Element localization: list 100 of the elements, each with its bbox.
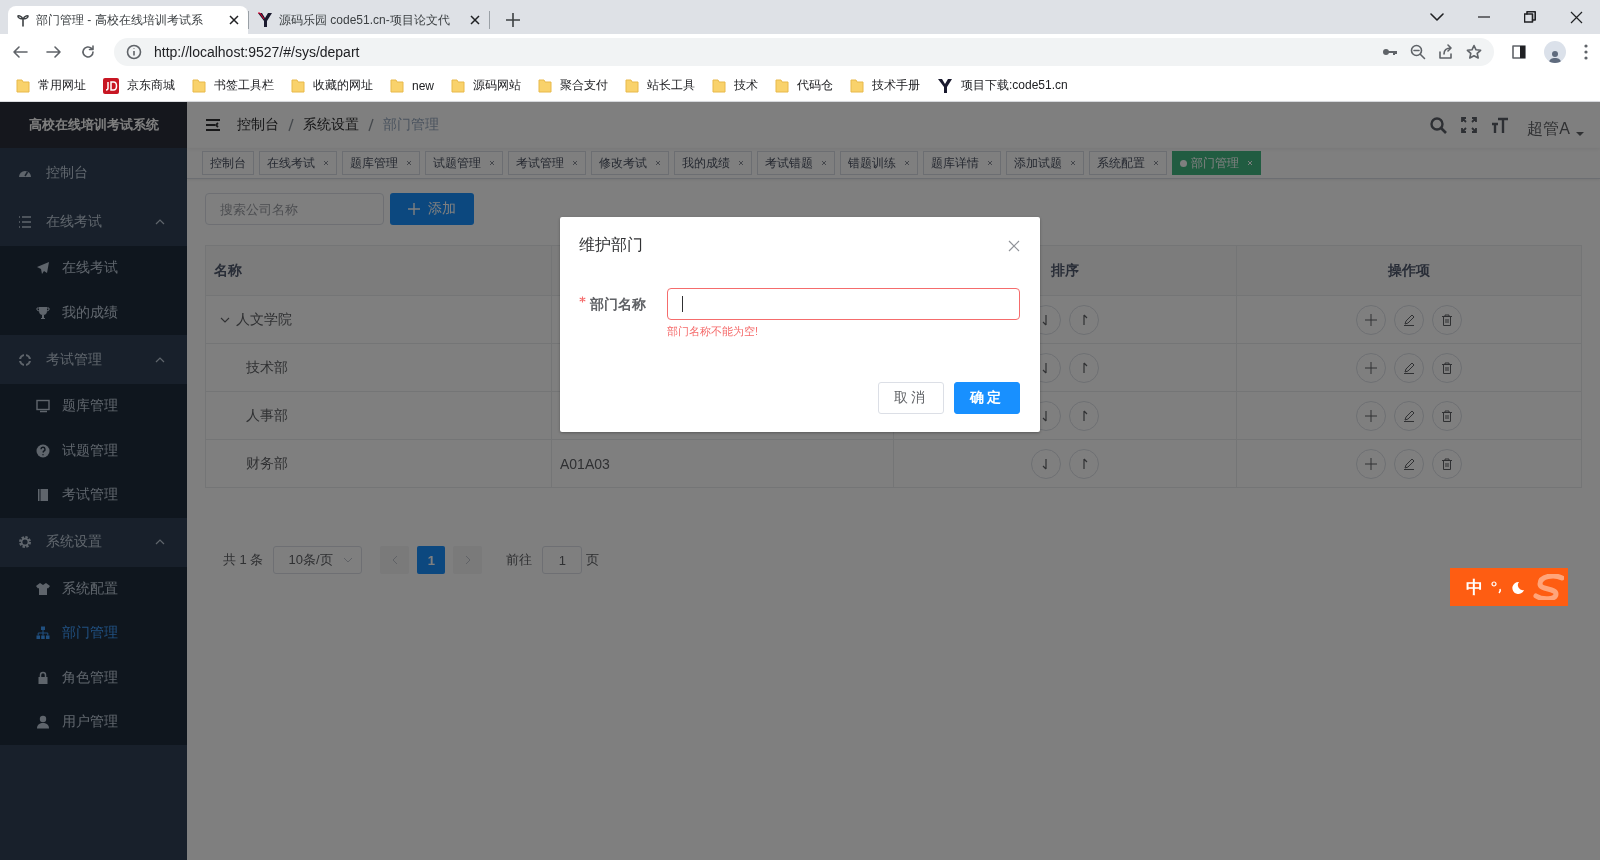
text-size-icon[interactable] bbox=[1491, 117, 1510, 133]
delete-icon bbox=[1441, 457, 1453, 470]
input-mode-label[interactable]: 中 bbox=[1466, 575, 1483, 599]
fullscreen-icon[interactable] bbox=[1461, 117, 1478, 133]
add-child-button[interactable] bbox=[1356, 304, 1386, 335]
menu-item[interactable]: 在线考试 bbox=[0, 246, 187, 291]
menu-item[interactable]: 我的成绩 bbox=[0, 290, 187, 335]
edit-icon bbox=[1403, 361, 1415, 374]
bookmark[interactable]: 源码网站 bbox=[451, 77, 521, 94]
zoom-out-icon[interactable] bbox=[1410, 44, 1426, 60]
cancel-button[interactable]: 取消 bbox=[878, 382, 944, 414]
menu-item[interactable]: 角色管理 bbox=[0, 655, 187, 700]
delete-button[interactable] bbox=[1432, 448, 1462, 479]
chevron-down-icon[interactable] bbox=[1430, 11, 1444, 23]
page-button[interactable]: 1 bbox=[417, 546, 446, 574]
menu-group[interactable]: 考试管理 bbox=[0, 335, 187, 384]
menu-group[interactable]: 在线考试 bbox=[0, 197, 187, 246]
new-tab-icon[interactable] bbox=[506, 13, 520, 27]
menu-item[interactable]: 题库管理 bbox=[0, 384, 187, 429]
page-tag[interactable]: 考试管理 bbox=[508, 151, 586, 175]
bookmark[interactable]: 技术手册 bbox=[850, 77, 920, 94]
close-icon[interactable] bbox=[1570, 10, 1583, 24]
menu-item[interactable]: 试题管理 bbox=[0, 428, 187, 473]
input-field[interactable] bbox=[667, 288, 1020, 320]
menu-item[interactable]: 控制台 bbox=[0, 148, 187, 197]
move-up-button[interactable] bbox=[1069, 400, 1099, 431]
page-jump-field[interactable]: 1 bbox=[542, 546, 583, 574]
bookmark[interactable]: 收藏的网址 bbox=[291, 77, 373, 94]
bookmark[interactable]: 代码仓 bbox=[775, 77, 833, 94]
edit-button[interactable] bbox=[1394, 400, 1424, 431]
star-icon[interactable] bbox=[1466, 44, 1482, 60]
chevron-icon[interactable] bbox=[155, 538, 165, 546]
page-tag[interactable]: 题库管理 bbox=[342, 151, 420, 175]
add-child-button[interactable] bbox=[1356, 448, 1386, 479]
delete-button[interactable] bbox=[1432, 352, 1462, 383]
app-title: 高校在线培训考试系统 bbox=[0, 102, 187, 148]
menu-item[interactable]: 系统配置 bbox=[0, 566, 187, 611]
forward-icon[interactable] bbox=[46, 44, 62, 60]
menu-item[interactable]: 用户管理 bbox=[0, 700, 187, 745]
profile-avatar[interactable] bbox=[1544, 41, 1566, 63]
bookmark[interactable]: 聚合支付 bbox=[538, 77, 608, 94]
breadcrumb-item[interactable]: 系统设置 bbox=[303, 116, 359, 134]
search-icon[interactable] bbox=[1430, 116, 1448, 134]
page-tag[interactable]: 试题管理 bbox=[425, 151, 503, 175]
chevron-icon[interactable] bbox=[155, 217, 165, 226]
page-tag[interactable]: 考试错题 bbox=[757, 151, 835, 175]
moon-icon[interactable] bbox=[1511, 580, 1524, 594]
move-up-button[interactable] bbox=[1069, 352, 1099, 383]
move-up-button[interactable] bbox=[1069, 448, 1099, 479]
confirm-button[interactable]: 确定 bbox=[954, 382, 1020, 414]
page-tag[interactable]: 错题训练 bbox=[840, 151, 918, 175]
page-tag[interactable]: 我的成绩 bbox=[674, 151, 752, 175]
add-child-icon bbox=[1365, 457, 1377, 470]
edit-button[interactable] bbox=[1394, 352, 1424, 383]
person-icon bbox=[1548, 49, 1562, 63]
collapse-menu-icon[interactable] bbox=[205, 118, 221, 132]
chevron-icon[interactable] bbox=[155, 355, 165, 364]
add-child-button[interactable] bbox=[1356, 352, 1386, 383]
page-tag[interactable]: 控制台 bbox=[202, 151, 254, 175]
close-icon[interactable] bbox=[228, 14, 240, 26]
delete-button[interactable] bbox=[1432, 400, 1462, 431]
page-tag[interactable]: 题库详情 bbox=[923, 151, 1001, 175]
bookmark[interactable]: 项目下载:code51.cn bbox=[937, 77, 1068, 94]
menu-item[interactable]: 考试管理 bbox=[0, 473, 187, 518]
browser-tab[interactable]: 部门管理 - 高校在线培训考试系 bbox=[8, 6, 248, 34]
add-child-icon bbox=[1365, 313, 1377, 326]
folder-icon bbox=[775, 77, 789, 94]
bookmark[interactable]: 书签工具栏 bbox=[192, 77, 274, 94]
bookmark[interactable]: new bbox=[390, 77, 434, 94]
key-icon[interactable] bbox=[1382, 46, 1398, 58]
page-tag[interactable]: 部门管理 bbox=[1172, 151, 1261, 175]
browser-tab[interactable]: 源码乐园 code51.cn-项目论文代 bbox=[249, 6, 489, 34]
page-tag[interactable]: 在线考试 bbox=[259, 151, 337, 175]
reload-icon[interactable] bbox=[80, 44, 96, 60]
edit-button[interactable] bbox=[1394, 304, 1424, 335]
edit-button[interactable] bbox=[1394, 448, 1424, 479]
restore-icon[interactable] bbox=[1524, 11, 1536, 23]
bookmark[interactable]: 常用网址 bbox=[16, 77, 86, 94]
page-tag[interactable]: 系统配置 bbox=[1089, 151, 1167, 175]
share-icon[interactable] bbox=[1438, 44, 1454, 60]
close-icon[interactable] bbox=[469, 14, 481, 26]
page-size-select[interactable]: 10条/页 bbox=[273, 546, 363, 574]
add-child-button[interactable] bbox=[1356, 400, 1386, 431]
address-bar[interactable]: http://localhost:9527/#/sys/depart bbox=[114, 38, 1494, 66]
menu-item[interactable]: 部门管理 bbox=[0, 611, 187, 656]
delete-button[interactable] bbox=[1432, 304, 1462, 335]
back-icon[interactable] bbox=[12, 44, 28, 60]
page-tag[interactable]: 修改考试 bbox=[591, 151, 669, 175]
bookmark[interactable]: 站长工具 bbox=[625, 77, 695, 94]
add-child-icon bbox=[1365, 361, 1377, 374]
move-up-button[interactable] bbox=[1069, 304, 1099, 335]
bookmark[interactable]: 技术 bbox=[712, 77, 758, 94]
page-tag[interactable]: 添加试题 bbox=[1006, 151, 1084, 175]
side-panel-icon[interactable] bbox=[1512, 45, 1526, 59]
punctuation-icon[interactable] bbox=[1491, 580, 1503, 594]
user-menu[interactable]: 超管A bbox=[1527, 118, 1584, 140]
add-button[interactable]: 添加 bbox=[390, 193, 474, 225]
menu-icon[interactable] bbox=[1584, 44, 1588, 60]
bookmark[interactable]: 京东商城 bbox=[103, 77, 175, 94]
breadcrumb-item[interactable]: 控制台 bbox=[237, 116, 279, 134]
